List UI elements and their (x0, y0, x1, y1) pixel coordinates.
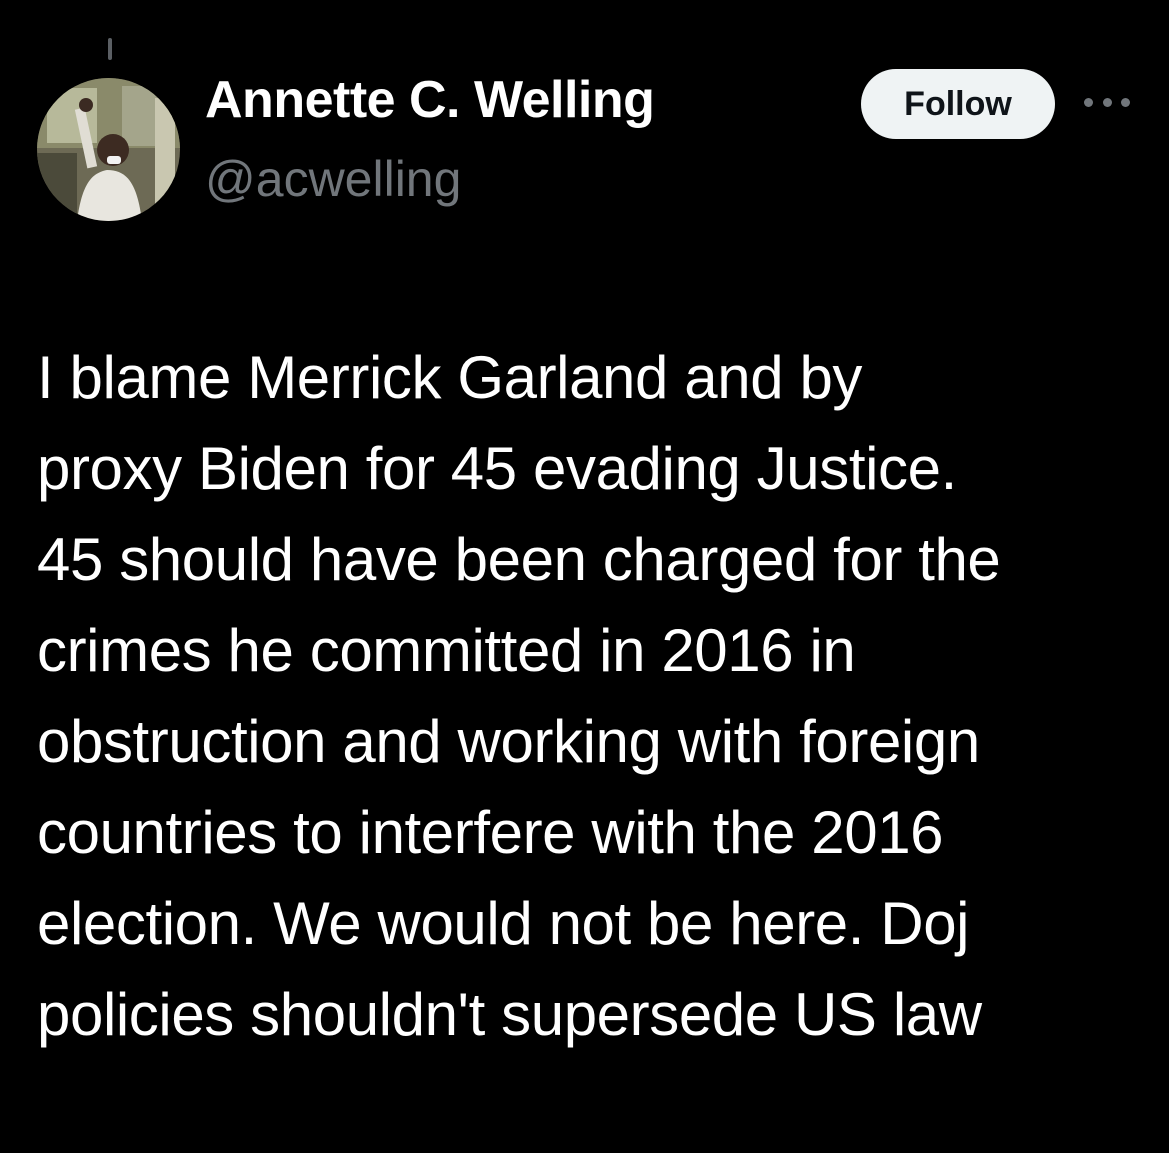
author-display-name[interactable]: Annette C. Welling (205, 70, 655, 130)
tweet-text-line: policies shouldn't supersede US law (37, 981, 982, 1048)
tweet-text-line: 45 should have been charged for the (37, 526, 1001, 593)
more-dot (1102, 97, 1112, 107)
more-dot (1121, 97, 1130, 107)
tweet-text-line: I blame Merrick Garland and by (37, 344, 863, 411)
tweet-text: I blame Merrick Garland and by proxy Bid… (37, 332, 1152, 1060)
tweet-text-line: countries to interfere with the 2016 (37, 799, 944, 866)
tweet-text-line: crimes he committed in 2016 in (37, 617, 856, 684)
tweet-text-line: proxy Biden for 45 evading Justice. (37, 435, 957, 502)
avatar[interactable] (37, 78, 180, 221)
more-horizontal-icon[interactable] (1084, 92, 1130, 112)
follow-button[interactable]: Follow (861, 69, 1055, 139)
author-handle[interactable]: @acwelling (205, 150, 461, 208)
more-dot (1084, 97, 1093, 107)
tweet-text-line: obstruction and working with foreign (37, 708, 980, 775)
tweet-text-line: election. We would not be here. Doj (37, 890, 970, 957)
thread-connector-line (108, 38, 112, 60)
profile-photo-icon (37, 78, 180, 221)
